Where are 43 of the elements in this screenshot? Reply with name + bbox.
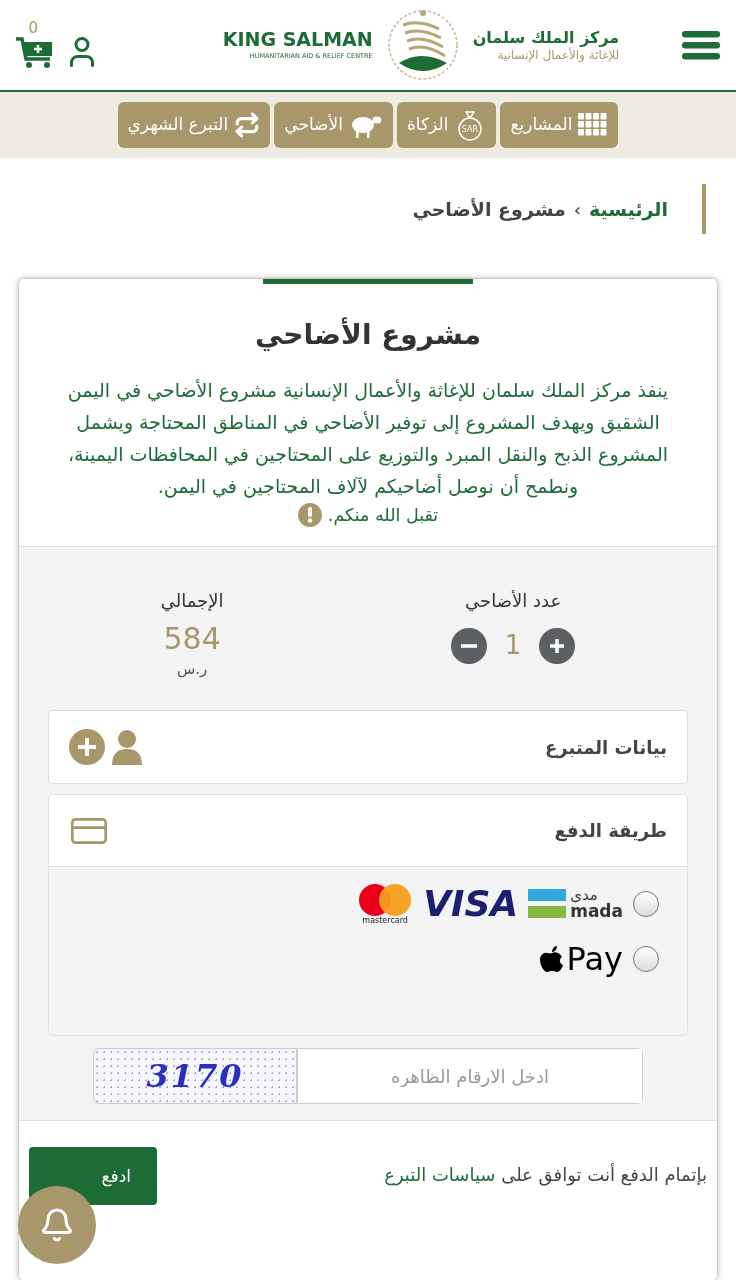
donor-section[interactable]: بيانات المتبرع bbox=[48, 710, 688, 785]
logo-title: KING SALMAN bbox=[222, 28, 373, 52]
radio-button[interactable] bbox=[633, 946, 659, 973]
project-description: ينفذ مركز الملك سلمان للإغاثة والأعمال الإنسانية مشروع الأضاحي في اليمن الشقيق ويهدف المشروع إلى توفير الأضاحي في المناطق المحتاجة ويشمل المشروع الذبح والنقل المبرد والتوزيع على المحتاجين في المحافظات اليمينة، ونطمح أن نوصل أضاحيكم لآلاف المحتاجين في اليمن. bbox=[66, 378, 670, 500]
plus-button[interactable] bbox=[539, 627, 576, 664]
breadcrumb-separator: › bbox=[573, 197, 582, 222]
mastercard-label: mastercard bbox=[362, 917, 408, 926]
total-label: الإجمالي bbox=[160, 589, 224, 614]
captcha-field[interactable]: ادخل الارقام الظاهره bbox=[297, 1048, 643, 1105]
terms-text: بإتمام الدفع أنت توافق على سياسات التبرع bbox=[384, 1162, 707, 1188]
apple-icon bbox=[539, 945, 564, 974]
currency-label: ر.س bbox=[176, 658, 208, 680]
closing-text: تقبل الله منكم. bbox=[327, 504, 439, 528]
terms-link[interactable]: سياسات التبرع bbox=[384, 1164, 496, 1186]
pay-label: Pay bbox=[566, 943, 623, 976]
breadcrumb-link[interactable]: الرئيسية bbox=[589, 194, 668, 224]
mada-label: mada bbox=[570, 903, 623, 921]
minus-icon bbox=[460, 643, 477, 648]
visa-logo: VISA bbox=[423, 886, 519, 923]
captcha-image: 3170 bbox=[93, 1048, 297, 1105]
logo-arabic-title: مركز الملك سلمان bbox=[472, 27, 620, 47]
radio-button[interactable] bbox=[633, 891, 659, 918]
add-icon[interactable] bbox=[69, 729, 105, 766]
mada-arabic-label: مدى bbox=[570, 888, 598, 904]
plus-icon bbox=[548, 636, 567, 655]
donor-section-title: بيانات المتبرع bbox=[545, 735, 667, 761]
quantity-value: 1 bbox=[504, 629, 522, 663]
bell-icon bbox=[39, 1207, 75, 1243]
breadcrumb-current: مشروع الأضاحي bbox=[412, 196, 566, 223]
total-amount: 584 bbox=[163, 620, 221, 658]
repeat-icon bbox=[234, 112, 261, 138]
minus-button[interactable] bbox=[450, 627, 487, 664]
menu-icon[interactable] bbox=[682, 29, 720, 61]
cart-count: 0 bbox=[28, 20, 38, 36]
project-title: مشروع الأضاحي bbox=[254, 316, 482, 353]
logo-arabic-subtitle: للإغاثة والأعمال الإنسانية bbox=[497, 47, 620, 63]
counter-label: عدد الأضاحي bbox=[465, 589, 562, 614]
grid-icon bbox=[578, 113, 609, 137]
person-icon bbox=[111, 729, 143, 766]
mastercard-logo-icon bbox=[357, 883, 414, 918]
mada-bars-icon bbox=[528, 889, 567, 920]
payment-title: طريقة الدفع bbox=[554, 819, 667, 844]
info-icon[interactable] bbox=[297, 503, 322, 528]
